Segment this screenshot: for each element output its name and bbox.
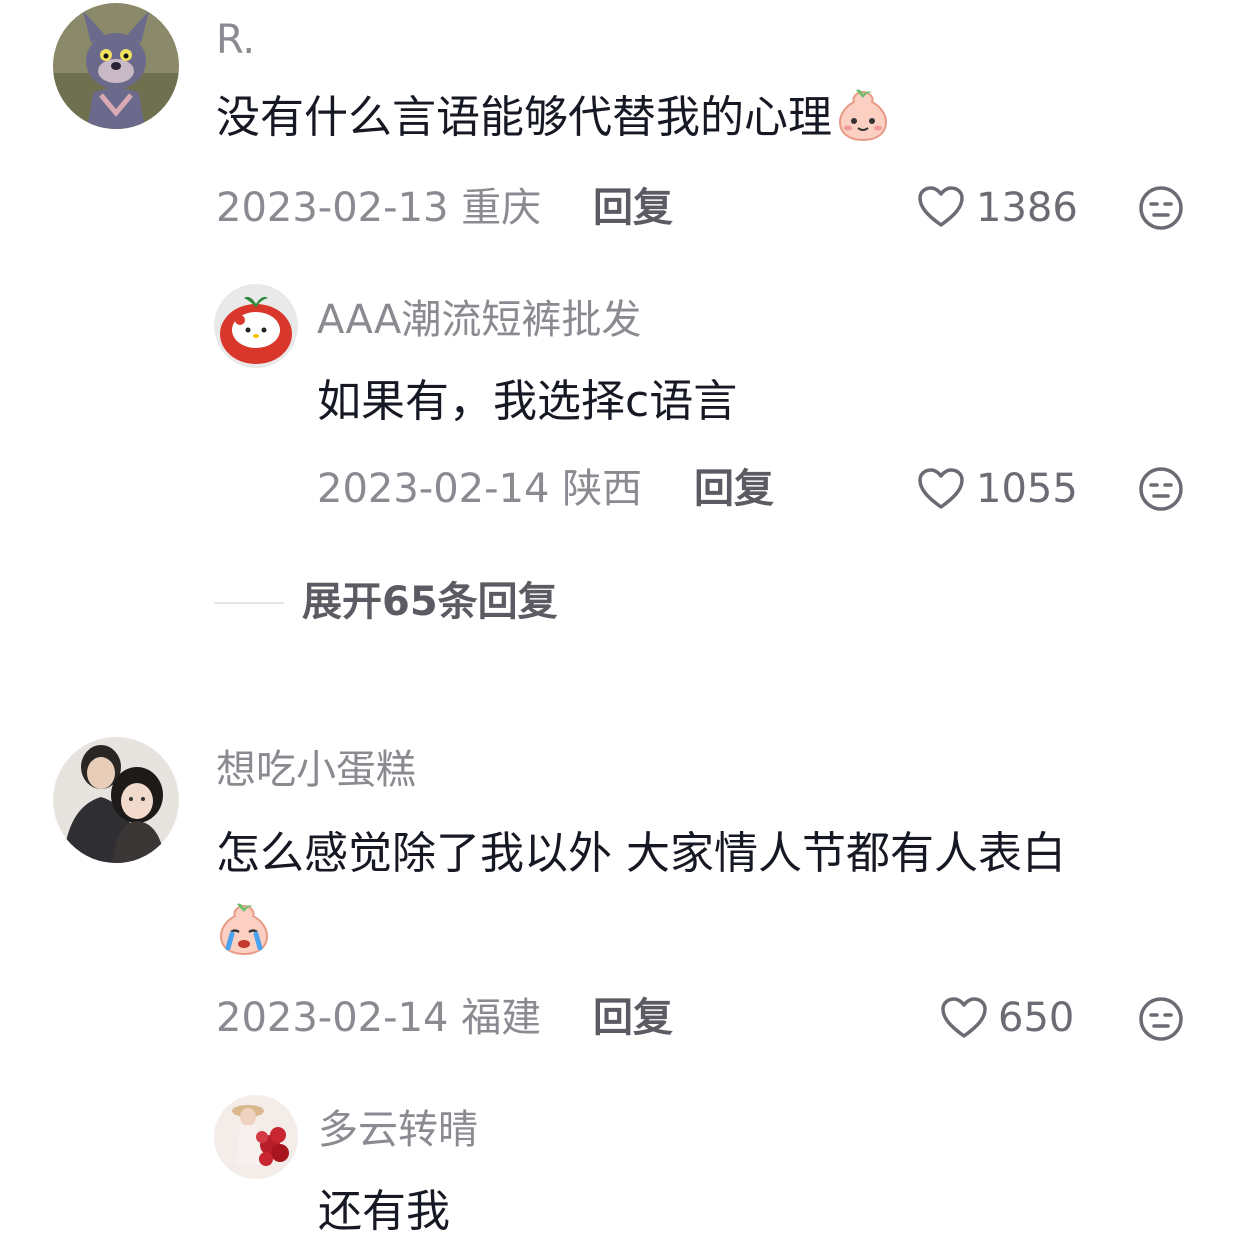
avatar[interactable] — [53, 3, 179, 129]
comment-location: 重庆 — [461, 185, 542, 231]
comment-date-location: 2023-02-14 福建 — [216, 998, 541, 1038]
comment-date: 2023-02-14 — [216, 995, 449, 1041]
girl-with-roses-avatar — [214, 1095, 298, 1179]
reply-username[interactable]: AAA潮流短裤批发 — [317, 300, 641, 340]
unamused-face-icon[interactable] — [1137, 184, 1185, 232]
comment-location: 福建 — [461, 995, 542, 1041]
comment-username[interactable]: R. — [216, 20, 255, 60]
reply-text: 如果有，我选择c语言 — [317, 376, 738, 427]
crying-peach-emoji-icon — [216, 900, 272, 956]
heart-outline-icon[interactable] — [940, 996, 988, 1040]
like-count: 1386 — [976, 185, 1078, 231]
comment-text-content: 没有什么言语能够代替我的心理 — [216, 92, 832, 143]
reply-location: 陕西 — [562, 466, 643, 512]
reply-date-location: 2023-02-14 陕西 — [317, 469, 642, 509]
reply-text: 还有我 — [318, 1186, 450, 1237]
reply-button[interactable]: 回复 — [593, 188, 673, 228]
avatar[interactable] — [53, 737, 179, 863]
heart-outline-icon[interactable] — [917, 185, 965, 229]
heart-outline-icon[interactable] — [917, 467, 965, 511]
comment-username[interactable]: 想吃小蛋糕 — [216, 750, 416, 790]
avatar[interactable] — [214, 284, 298, 368]
reply-button[interactable]: 回复 — [694, 469, 774, 509]
comment-text: 怎么感觉除了我以外 大家情人节都有人表白 — [216, 828, 1066, 879]
reply-button[interactable]: 回复 — [593, 998, 673, 1038]
comment-date: 2023-02-13 — [216, 185, 449, 231]
comment-date-location: 2023-02-13 重庆 — [216, 188, 541, 228]
unamused-face-icon[interactable] — [1137, 465, 1185, 513]
like-count: 1055 — [976, 466, 1078, 512]
unamused-face-icon[interactable] — [1137, 995, 1185, 1043]
like-count: 650 — [998, 995, 1075, 1041]
hello-kitty-avatar — [214, 284, 298, 368]
smiling-peach-emoji-icon — [836, 88, 890, 142]
couple-photo-avatar — [53, 737, 179, 863]
expand-replies-button[interactable]: 展开65条回复 — [302, 582, 558, 622]
reply-date: 2023-02-14 — [317, 466, 550, 512]
expand-divider-line — [214, 602, 284, 604]
reply-username[interactable]: 多云转晴 — [318, 1110, 478, 1150]
cartoon-cat-avatar — [53, 3, 179, 129]
avatar[interactable] — [214, 1095, 298, 1179]
comment-text: 没有什么言语能够代替我的心理 — [216, 89, 890, 142]
